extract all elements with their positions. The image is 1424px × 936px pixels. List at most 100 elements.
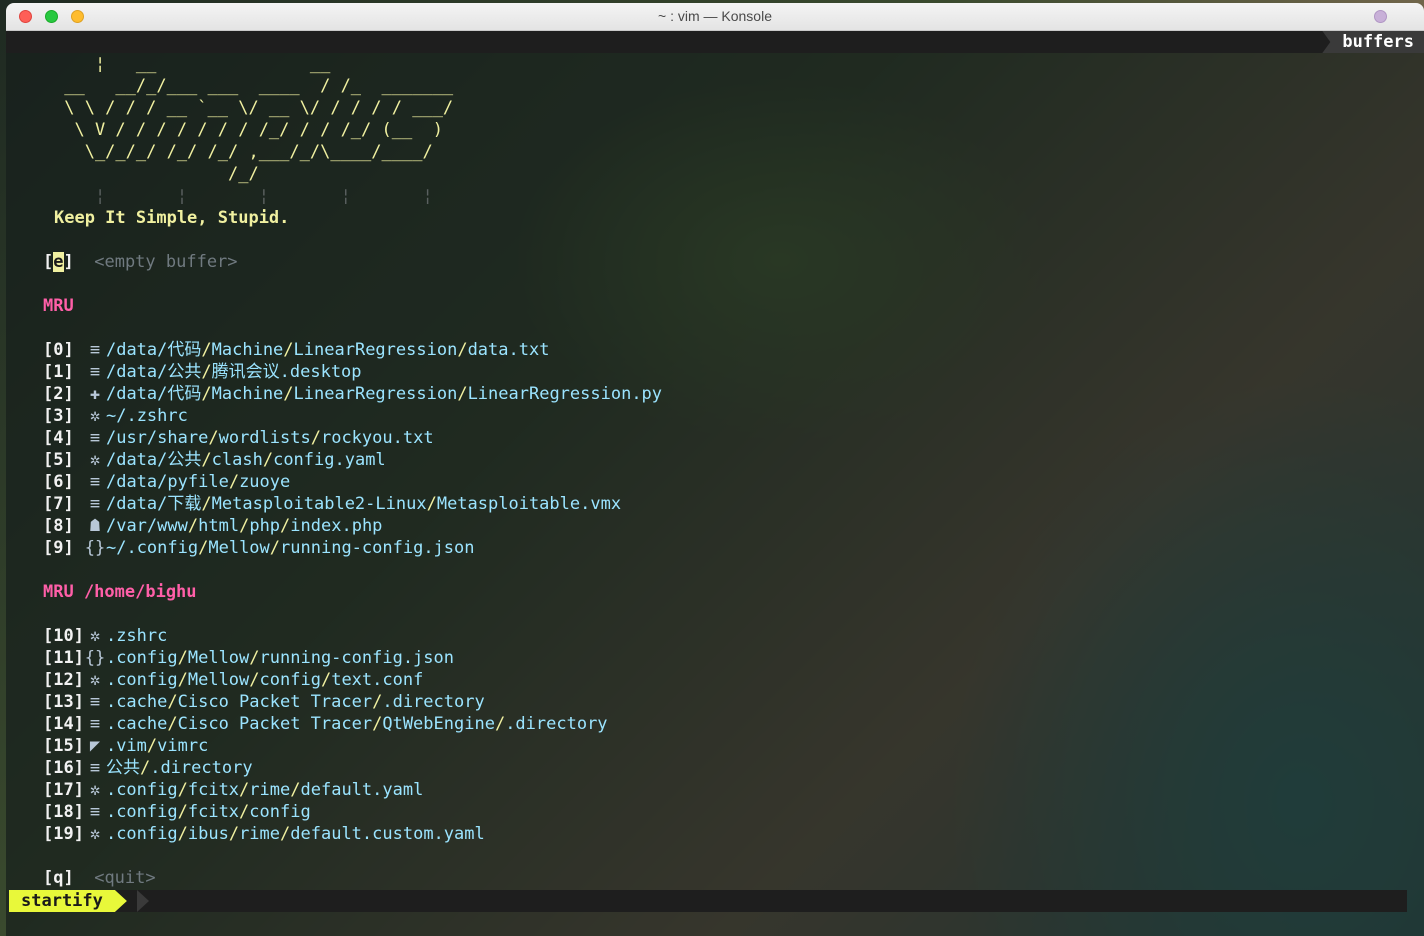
file-path: .config/fcitx/rime/default.yaml [106,780,423,800]
path-segment: .vim [105,736,147,756]
mru-entry[interactable]: [12] ✲ .config/Mellow/config/text.conf [43,669,423,691]
entry-key: [4] [43,428,74,448]
path-segment: index.php [290,516,383,536]
path-separator: / [239,516,250,536]
path-separator: / [177,780,188,800]
path-separator: / [239,780,250,800]
vim-file-icon: ◤ [89,736,101,756]
mru-entry[interactable]: [7] ≡/data/下载/Metasploitable2-Linux/Meta… [43,493,621,515]
path-separator: / [177,670,188,690]
path-segment: running-config.json [259,648,454,668]
path-separator: / [320,670,332,690]
path-segment: vimrc [157,736,209,756]
file-path: /data/公共/腾讯会议.desktop [106,362,362,382]
gear-icon: ✲ [89,406,101,426]
mru-entry[interactable]: [11]{}.config/Mellow/running-config.json [43,647,454,669]
path-segment: .config [105,648,178,668]
mru-entry[interactable]: [14] ≡ .cache/Cisco Packet Tracer/QtWebEng… [43,713,608,735]
entry-key: [7] [43,494,74,514]
path-segment: 下载 [167,494,202,514]
entry-key: [12] [43,670,84,690]
file-path: /data/代码/Machine/LinearRegression/data.t… [106,340,549,360]
path-separator: / [208,428,219,448]
mru-entry[interactable]: [4] ≡/usr/share/wordlists/rockyou.txt [43,427,434,449]
empty-buffer-label: <empty buffer> [94,252,238,272]
path-segment: /data/ [105,450,168,470]
path-segment: Mellow [187,670,250,690]
path-segment: .config [126,538,199,558]
quit-key: [q] [43,868,74,888]
mru-entry[interactable]: [19] ✲ .config/ibus/rime/default.custom.ya… [43,823,485,845]
path-separator: / [167,692,178,712]
keep-above-button[interactable] [1374,10,1387,23]
path-segment: 代码 [167,384,202,404]
path-separator: / [198,538,209,558]
mru-entry[interactable]: [1] ≡/data/公共/腾讯会议.desktop [43,361,362,383]
path-separator: / [290,780,301,800]
path-segment: .cache [105,714,168,734]
entry-key: [16] [43,758,84,778]
path-segment: text.conf [331,670,424,690]
path-segment: data.txt [467,340,550,360]
file-path: .cache/Cisco Packet Tracer/.directory [106,692,485,712]
text-file-icon: ≡ [89,714,101,734]
path-separator: / [228,472,240,492]
file-path: /data/pyfile/zuoye [106,472,290,492]
path-separator: / [146,736,158,756]
mru-entry[interactable]: [0] ≡/data/代码/Machine/LinearRegression/d… [43,339,549,361]
path-separator: / [249,670,260,690]
path-segment: 公共 [167,362,202,382]
path-segment: .cache [105,692,168,712]
path-segment: 公共 [167,450,202,470]
mru-entry[interactable]: [8] ☗/var/www/html/php/index.php [43,515,382,537]
path-separator: / [310,428,321,448]
mru-entry[interactable]: [13] ≡ .cache/Cisco Packet Tracer/.directo… [43,691,485,713]
empty-buffer-entry[interactable]: [e] <empty buffer> [43,251,238,273]
path-segment: rockyou.txt [320,428,434,448]
mru-entry[interactable]: [2] ✚/data/代码/Machine/LinearRegression/L… [43,383,662,405]
entry-key: [8] [43,516,74,536]
gear-icon: ✲ [89,780,101,800]
path-segment: /data/ [105,340,168,360]
mru-entry[interactable]: [10] ✲ .zshrc [43,625,167,647]
mru-entry[interactable]: [17] ✲ .config/fcitx/rime/default.yaml [43,779,423,801]
buffers-tab[interactable]: buffers [1322,31,1424,53]
file-path: .zshrc [106,626,167,646]
path-separator: / [177,802,188,822]
path-segment: share [157,428,209,448]
path-separator: / [228,824,240,844]
path-separator: / [177,648,188,668]
path-segment: default.yaml [300,780,424,800]
path-separator: / [283,384,294,404]
path-segment: 腾讯会议 [211,362,280,382]
mru-entry[interactable]: [15] ◤ .vim/vimrc [43,735,208,757]
quit-label: <quit> [94,868,156,888]
ascii-banner-line: /_/ [54,164,259,184]
key-close: ] [63,252,74,272]
mru-entry[interactable]: [6] ≡/data/pyfile/zuoye [43,471,290,493]
path-segment: Mellow [208,538,270,558]
mru-entry[interactable]: [5] ✲/data/公共/clash/config.yaml [43,449,386,471]
path-segment: Machine [211,340,284,360]
terminal-area[interactable]: buffers ¦ __ __ __ __/_/___ ___ ____ / /… [6,31,1424,936]
ascii-banner-line: \_/_/_/ /_/ /_/ ,___/_/\____/____/ [54,142,433,162]
file-path: .cache/Cisco Packet Tracer/QtWebEngine/.… [106,714,608,734]
path-segment: .config [105,780,178,800]
mru-entry[interactable]: [16] ≡ 公共/.directory [43,757,253,779]
mru-entry[interactable]: [3] ✲ ~/.zshrc [43,405,188,427]
file-path: .config/Mellow/running-config.json [106,648,454,668]
path-segment: default.custom.yaml [290,824,485,844]
mru-entry[interactable]: [18] ≡ .config/fcitx/config [43,801,311,823]
path-segment: wordlists [218,428,311,448]
text-file-icon: ≡ [89,802,101,822]
mru-entry[interactable]: [9] {}~/.config/Mellow/running-config.js… [43,537,475,559]
slogan: Keep It Simple, Stupid. [54,208,290,228]
path-segment: QtWebEngine [382,714,495,734]
path-separator: / [457,340,468,360]
path-segment: 代码 [167,340,202,360]
path-segment: LinearRegression.py [467,384,663,404]
file-path: .config/ibus/rime/default.custom.yaml [106,824,485,844]
quit-entry[interactable]: [q] <quit> [43,867,156,889]
path-segment: .config [105,824,178,844]
title-bar[interactable]: ~ : vim — Konsole [6,3,1424,31]
